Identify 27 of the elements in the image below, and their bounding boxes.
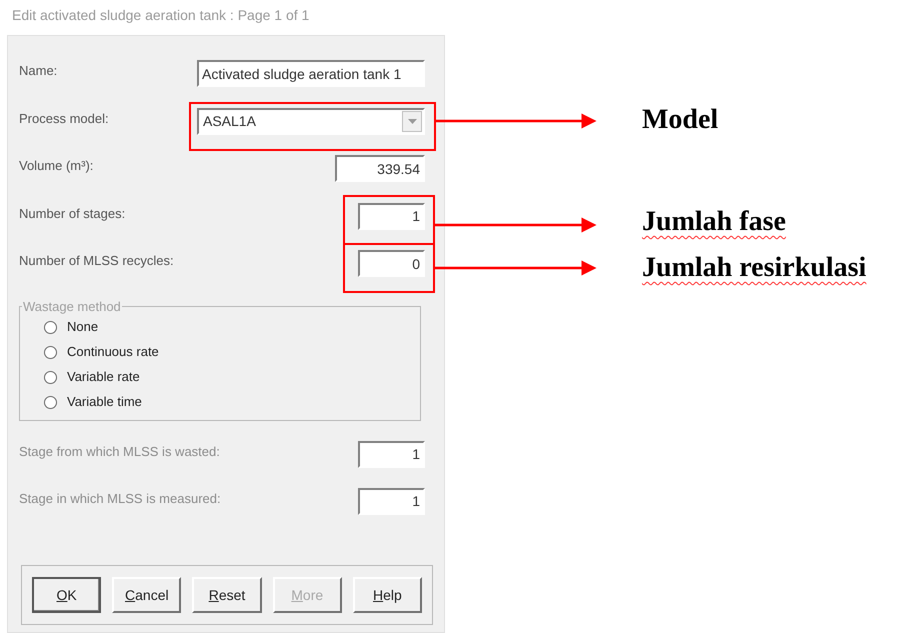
field-label: Stage in which MLSS is measured: bbox=[19, 490, 221, 508]
annotation-label: Jumlah fase bbox=[642, 205, 786, 239]
input-field[interactable]: 339.54 bbox=[335, 155, 425, 182]
field-label: Number of MLSS recycles: bbox=[19, 252, 174, 270]
annotation-label: Jumlah resirkulasi bbox=[642, 251, 866, 285]
field-label: Process model: bbox=[19, 110, 109, 128]
dropdown-button[interactable] bbox=[402, 110, 422, 132]
field-label: Number of stages: bbox=[19, 204, 126, 223]
model-dropdown[interactable]: ASAL1A bbox=[197, 108, 425, 134]
radio-label: None bbox=[67, 318, 98, 336]
radio-label: Variable rate bbox=[67, 368, 140, 386]
input-field[interactable]: 1 bbox=[358, 202, 425, 230]
dialog-button[interactable]: Reset bbox=[192, 577, 262, 613]
radio-label: Continuous rate bbox=[67, 343, 159, 362]
radio-label: Variable time bbox=[67, 393, 142, 412]
field-label: Name: bbox=[19, 62, 58, 80]
input-field[interactable]: Activated sludge aeration tank 1 bbox=[197, 60, 425, 87]
caret-icon bbox=[408, 118, 416, 124]
group-title: Wastage method bbox=[22, 298, 122, 316]
dialog-button[interactable]: Help bbox=[352, 577, 422, 613]
dialog-button[interactable]: OK bbox=[32, 577, 102, 613]
dialog-button[interactable]: Cancel bbox=[112, 577, 182, 613]
field-label: Volume (m³): bbox=[19, 157, 94, 175]
input-field[interactable]: 0 bbox=[358, 250, 425, 277]
window-title: Edit activated sludge aeration tank : Page 1 of 1 bbox=[12, 6, 310, 25]
annotation-label: Model bbox=[642, 103, 718, 137]
field-label: Stage from which MLSS is wasted: bbox=[19, 442, 220, 461]
